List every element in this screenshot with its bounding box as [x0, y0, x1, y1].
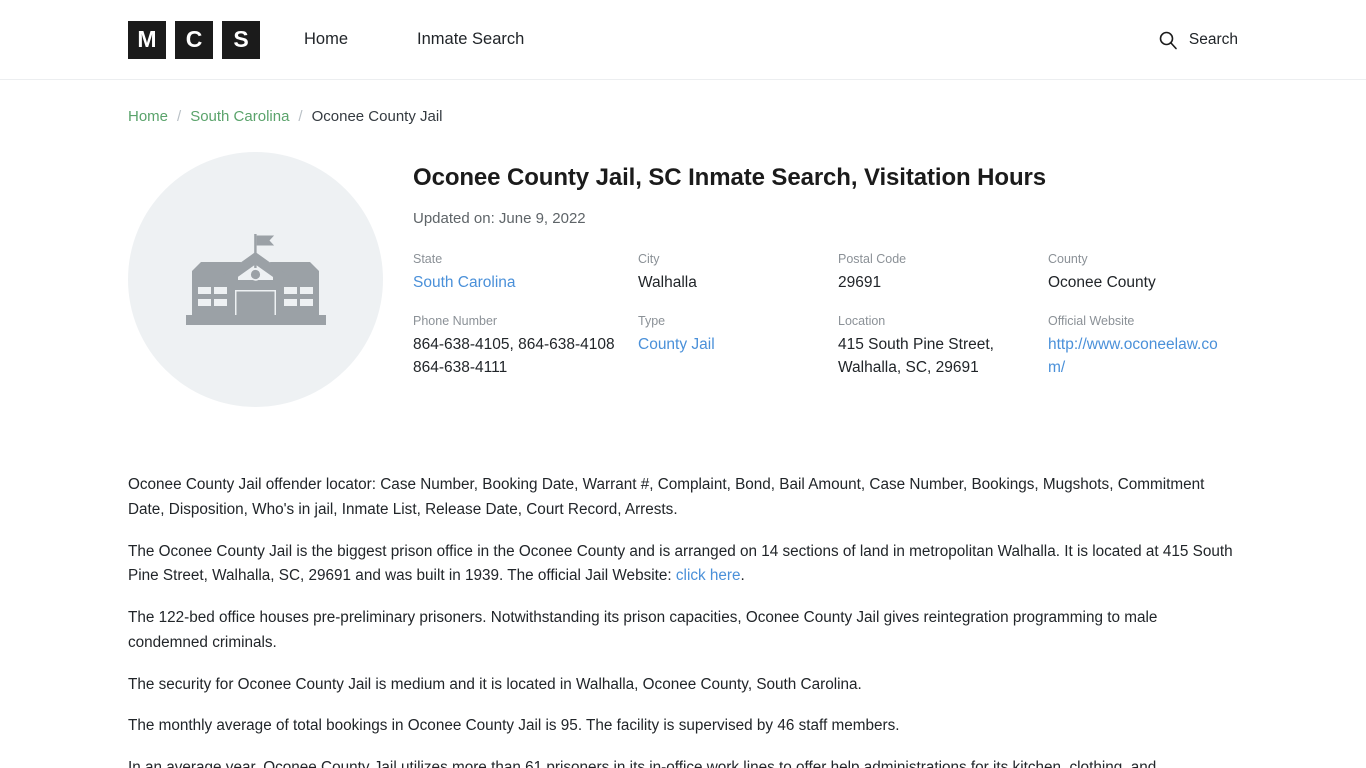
fact-official-website: Official Website http://www.oconeelaw.co…: [1048, 312, 1238, 379]
paragraph-bookings: The monthly average of total bookings in…: [128, 717, 900, 735]
logo-tile-m: M: [128, 20, 166, 59]
paragraph-work-lines: In an average year, Oconee County Jail u…: [128, 759, 1157, 768]
breadcrumb-item-home[interactable]: Home: [128, 108, 168, 125]
state-link[interactable]: South Carolina: [413, 274, 516, 291]
fact-value-city: Walhalla: [638, 273, 697, 291]
site-header: M C S Home Inmate Search Search: [0, 0, 1366, 80]
facility-fact-grid: State South Carolina City Walhalla Posta…: [413, 250, 1238, 379]
breadcrumb-item-current: Oconee County Jail: [311, 108, 443, 125]
nav-item-home[interactable]: Home: [304, 24, 348, 55]
search-label: Search: [1188, 30, 1238, 48]
page-title: Oconee County Jail, SC Inmate Search, Vi…: [413, 164, 1046, 191]
paragraph-offender-locator: Oconee County Jail offender locator: Cas…: [128, 476, 1205, 518]
logo-tile-c: C: [175, 20, 213, 59]
paragraph-capacity: The 122-bed office houses pre-preliminar…: [128, 609, 1158, 651]
logo-tile-s: S: [222, 20, 260, 59]
search-icon: [1158, 30, 1178, 50]
facility-details: Oconee County Jail, SC Inmate Search, Vi…: [383, 152, 1238, 407]
fact-value-postal-code: 29691: [838, 273, 882, 291]
fact-value-type[interactable]: County Jail: [638, 333, 838, 356]
fact-state: State South Carolina: [413, 250, 638, 294]
fact-value-county: Oconee County: [1048, 273, 1156, 291]
article-body: Oconee County Jail offender locator: Cas…: [128, 473, 1238, 768]
breadcrumb-separator: /: [298, 108, 303, 125]
search-button[interactable]: Search: [1158, 30, 1238, 50]
fact-value-location: 415 South Pine Street, Walhalla, SC, 296…: [838, 335, 994, 376]
fact-label: Phone Number: [413, 314, 498, 328]
site-logo[interactable]: M C S: [128, 20, 260, 59]
fact-label: Type: [638, 314, 666, 328]
main-navigation: Home Inmate Search: [304, 24, 524, 55]
fact-county: County Oconee County: [1048, 250, 1238, 294]
fact-label: Location: [838, 314, 886, 328]
updated-date: Updated on: June 9, 2022: [413, 210, 586, 227]
fact-location: Location 415 South Pine Street, Walhalla…: [838, 312, 1048, 379]
fact-label: State: [413, 252, 443, 266]
facility-image: [128, 152, 383, 407]
page-container: Home / South Carolina / Oconee County Ja…: [0, 80, 1366, 768]
fact-value-official-website[interactable]: http://www.oconeelaw.com/: [1048, 333, 1238, 380]
nav-item-inmate-search[interactable]: Inmate Search: [417, 24, 524, 55]
fact-label: Official Website: [1048, 314, 1135, 328]
fact-city: City Walhalla: [638, 250, 838, 294]
fact-type: Type County Jail: [638, 312, 838, 379]
fact-label: City: [638, 252, 660, 266]
official-website-link[interactable]: http://www.oconeelaw.com/: [1048, 336, 1218, 376]
paragraph-overview: The Oconee County Jail is the biggest pr…: [128, 540, 1238, 590]
fact-value-phone-number: 864-638-4105, 864-638-4108 864-638-4111: [413, 335, 615, 376]
breadcrumb: Home / South Carolina / Oconee County Ja…: [128, 80, 1238, 125]
fact-phone-number: Phone Number 864-638-4105, 864-638-4108 …: [413, 312, 638, 379]
government-building-icon: [185, 224, 326, 336]
click-here-link[interactable]: click here: [676, 567, 741, 584]
facility-header: Oconee County Jail, SC Inmate Search, Vi…: [128, 152, 1238, 407]
fact-label: Postal Code: [838, 252, 907, 266]
breadcrumb-item-south-carolina[interactable]: South Carolina: [190, 108, 289, 125]
fact-label: County: [1048, 252, 1088, 266]
type-link[interactable]: County Jail: [638, 336, 715, 353]
fact-postal-code: Postal Code 29691: [838, 250, 1048, 294]
fact-value-state[interactable]: South Carolina: [413, 271, 638, 294]
breadcrumb-separator: /: [177, 108, 182, 125]
paragraph-overview-suffix: .: [740, 567, 745, 585]
paragraph-security: The security for Oconee County Jail is m…: [128, 675, 862, 693]
